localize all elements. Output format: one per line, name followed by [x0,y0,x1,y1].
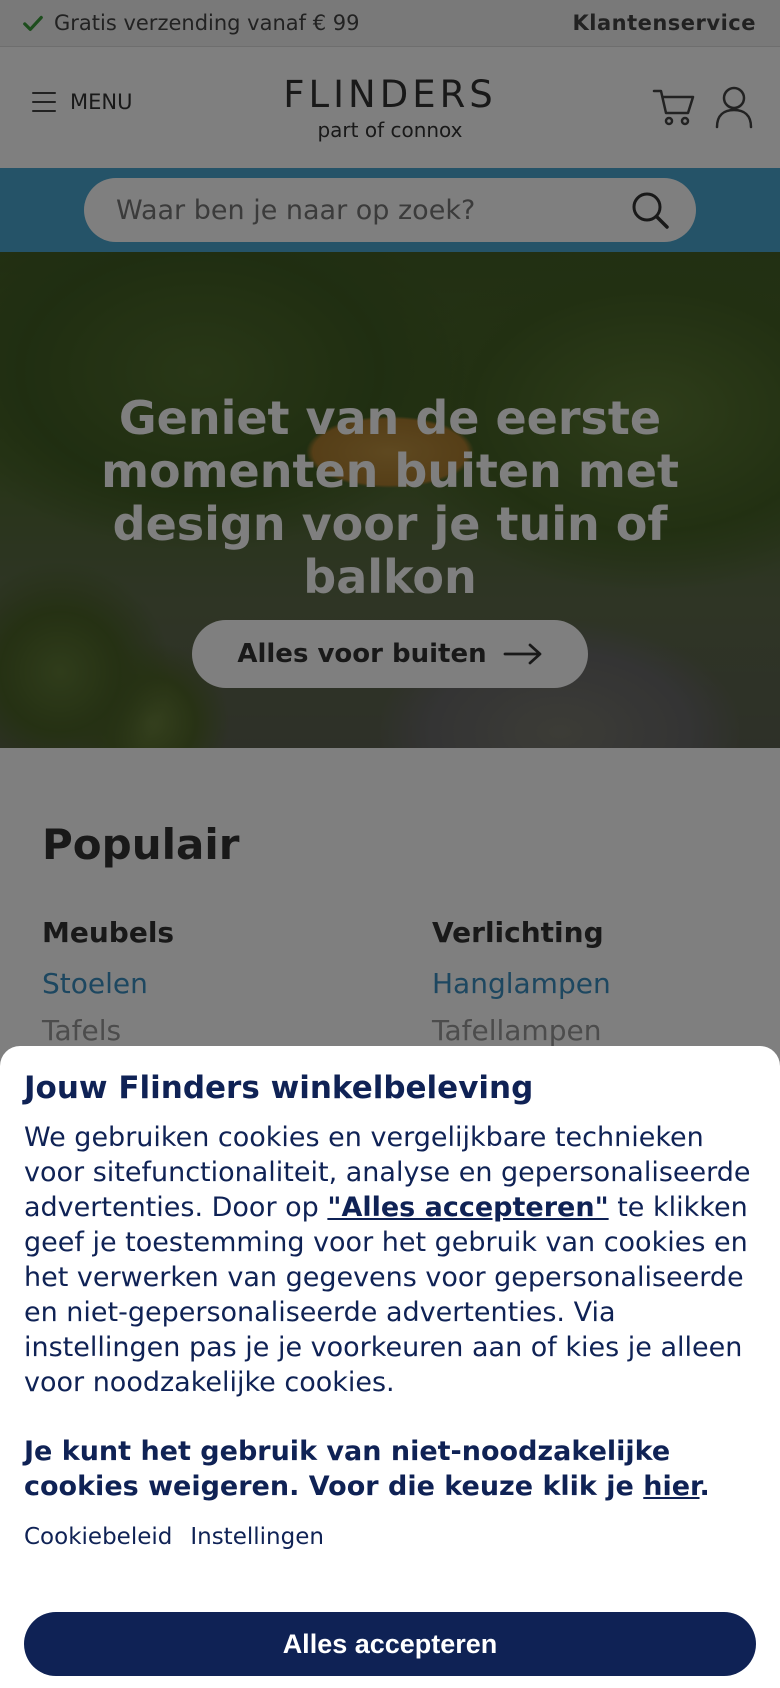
cookie-body: We gebruiken cookies en vergelijkbare te… [24,1122,751,1398]
refuse-here-link[interactable]: hier [643,1471,699,1502]
cookie-title: Jouw Flinders winkelbeleving [24,1070,534,1106]
cookie-policy-link[interactable]: Cookiebeleid [24,1524,172,1550]
cookie-consent-panel: Jouw Flinders winkelbeleving We gebruike… [0,1046,780,1688]
accept-all-inline-link[interactable]: "Alles accepteren" [327,1192,608,1223]
cookie-links: Cookiebeleid Instellingen [24,1524,756,1550]
cookie-refuse-text: Je kunt het gebruik van niet-noodzakelij… [24,1436,710,1502]
cookie-settings-link[interactable]: Instellingen [190,1524,324,1550]
accept-all-button[interactable]: Alles accepteren [24,1612,756,1676]
